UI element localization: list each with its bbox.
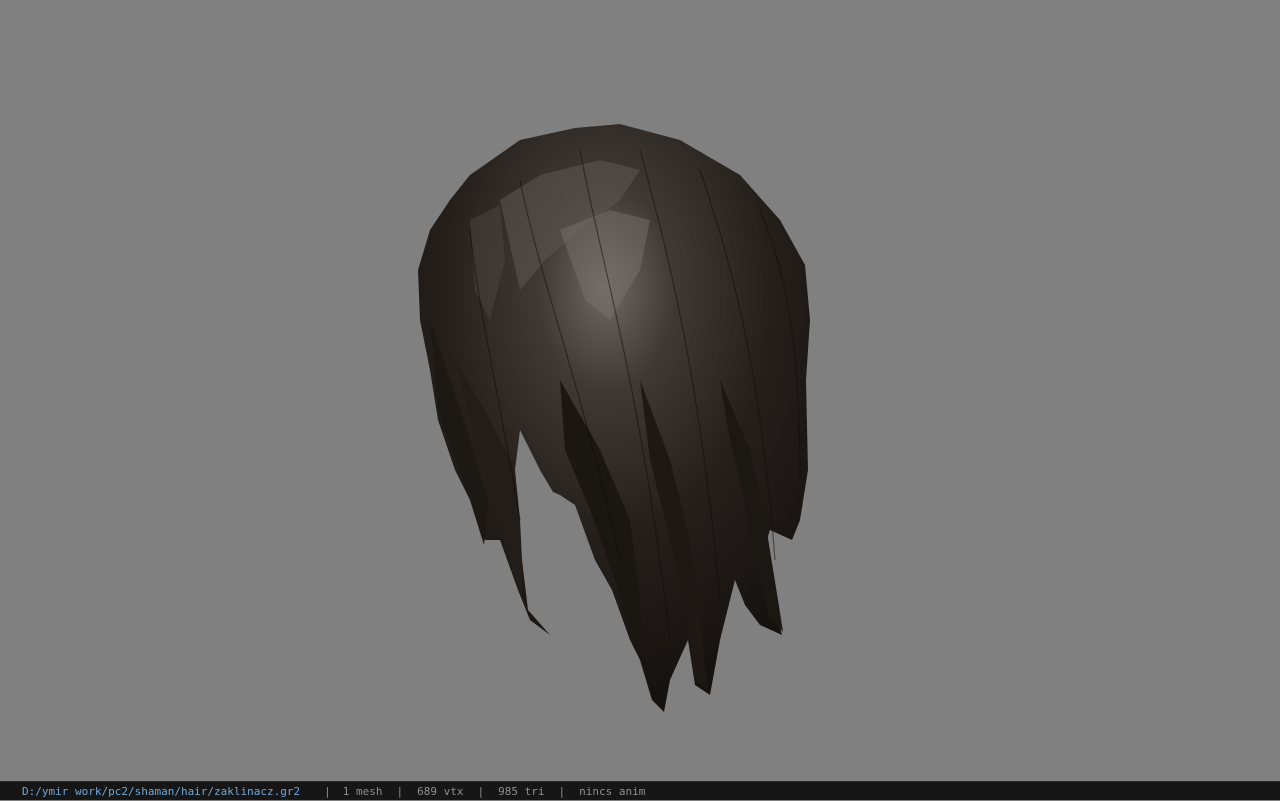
mesh-count: 1 mesh: [342, 784, 383, 798]
status-bar: D:/ymir work/pc2/shaman/hair/zaklinacz.g…: [0, 781, 1280, 800]
status-separator: |: [396, 784, 404, 798]
vertex-count: 689 vtx: [417, 784, 464, 798]
3d-viewport[interactable]: [0, 0, 1280, 781]
status-separator: |: [324, 784, 331, 798]
file-path: D:/ymir work/pc2/shaman/hair/zaklinacz.g…: [22, 784, 301, 798]
animation-status: nincs anim: [579, 784, 646, 798]
status-separator: |: [558, 784, 566, 798]
hair-model-render: [418, 124, 810, 712]
status-separator: |: [477, 784, 485, 798]
triangle-count: 985 tri: [498, 784, 545, 798]
